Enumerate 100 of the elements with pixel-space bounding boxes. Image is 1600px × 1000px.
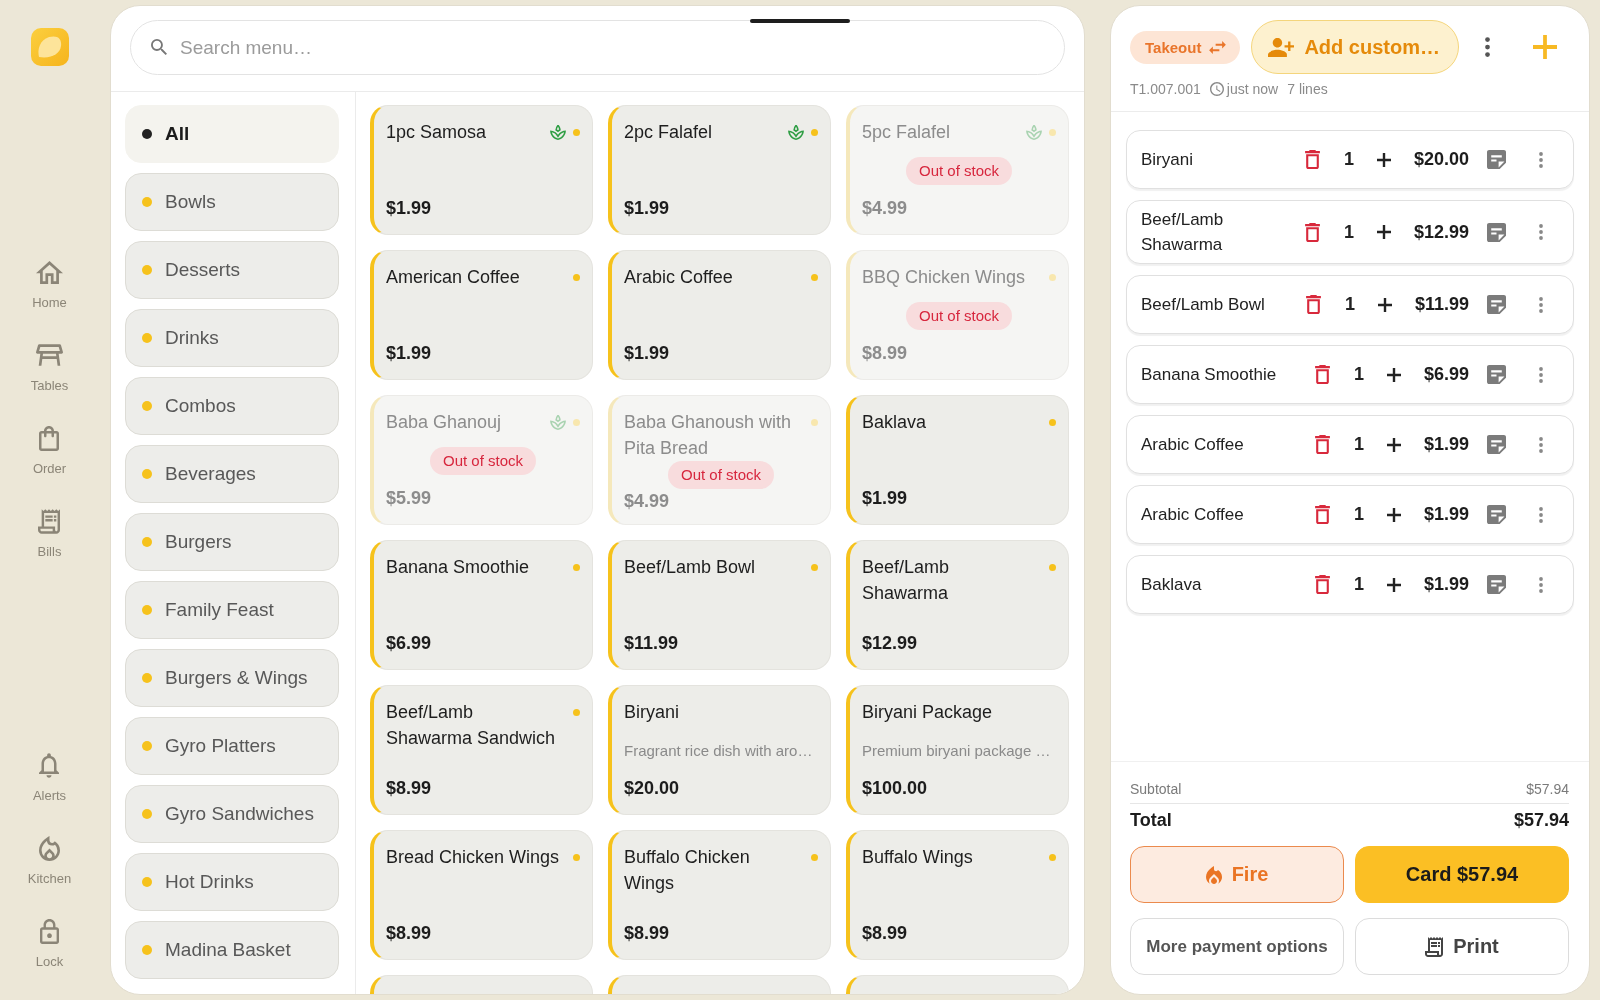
menu-item-card[interactable]: 1pc Samosa $1.99: [370, 105, 593, 235]
dot-icon: [142, 673, 152, 683]
note-icon[interactable]: [1486, 150, 1506, 169]
line-price: $1.99: [1423, 434, 1469, 455]
menu-item-card[interactable]: 2pc Falafel $1.99: [608, 105, 831, 235]
item-description: Fragrant rice dish with aro…: [624, 740, 814, 761]
line-item-name: Banana Smoothie: [1141, 364, 1278, 386]
menu-item-card[interactable]: Biryani Fragrant rice dish with aro… $20.00: [608, 685, 831, 815]
plus-icon[interactable]: [1377, 297, 1392, 312]
note-icon[interactable]: [1486, 365, 1506, 384]
category-button[interactable]: Hot Drinks: [125, 853, 339, 911]
print-button[interactable]: Print: [1355, 918, 1569, 975]
more-options-icon[interactable]: [1484, 37, 1490, 57]
more-payment-options-button[interactable]: More payment options: [1130, 918, 1344, 975]
category-button[interactable]: Family Feast: [125, 581, 339, 639]
more-options-icon[interactable]: [1539, 296, 1543, 313]
more-options-icon[interactable]: [1539, 151, 1543, 168]
trash-icon[interactable]: [1315, 505, 1331, 524]
item-name: Biryani: [624, 701, 681, 724]
total-label: Total: [1130, 809, 1172, 832]
menu-item-card[interactable]: Beef/Lamb Shawarma Sandwich $8.99: [370, 685, 593, 815]
note-icon[interactable]: [1486, 435, 1506, 454]
swap-icon: [1209, 40, 1227, 54]
more-options-icon[interactable]: [1539, 224, 1543, 240]
category-button[interactable]: Madina Basket: [125, 921, 339, 979]
trash-icon[interactable]: [1315, 435, 1331, 454]
line-price: $12.99: [1413, 221, 1469, 243]
menu-item-card[interactable]: Baklava $1.99: [846, 395, 1069, 525]
trash-icon[interactable]: [1305, 150, 1321, 169]
menu-item-card[interactable]: Banana Smoothie $6.99: [370, 540, 593, 670]
plus-icon[interactable]: [1376, 225, 1391, 239]
item-price: $8.99: [386, 922, 433, 945]
plus-icon[interactable]: [1386, 577, 1401, 592]
category-button[interactable]: Burgers & Wings: [125, 649, 339, 707]
search-field[interactable]: Search menu…: [130, 20, 1065, 75]
menu-item-card[interactable]: Buffalo Wings $8.99: [846, 830, 1069, 960]
plus-icon[interactable]: [1376, 152, 1391, 167]
out-of-stock-badge: Out of stock: [905, 301, 1012, 330]
more-options-icon[interactable]: [1539, 436, 1543, 453]
note-icon[interactable]: [1486, 222, 1506, 242]
line-item-name: Baklava: [1141, 574, 1203, 596]
menu-item-card[interactable]: Baba Ghanoush with Pita Bread Out of stock $4.99: [608, 395, 831, 525]
menu-item-card[interactable]: BBQ Chicken Wings Out of stock $8.99: [846, 250, 1069, 380]
more-options-icon[interactable]: [1539, 576, 1543, 593]
search-icon: [151, 39, 167, 55]
card-payment-button[interactable]: Card $57.94: [1355, 846, 1569, 903]
item-price: $12.99: [862, 632, 919, 655]
item-name: 1pc Samosa: [386, 121, 488, 144]
menu-item-card[interactable]: 5pc Falafel Out of stock $4.99: [846, 105, 1069, 235]
menu-item-card[interactable]: Biryani Package Premium biryani package … $100.00: [846, 685, 1069, 815]
item-name: Biryani Package: [862, 701, 994, 724]
plus-icon[interactable]: [1386, 437, 1401, 452]
category-button[interactable]: Bowls: [125, 173, 339, 231]
plus-icon[interactable]: [1386, 507, 1401, 522]
menu-item-card[interactable]: Beef/Lamb Bowl $11.99: [608, 540, 831, 670]
category-button[interactable]: Combos: [125, 377, 339, 435]
note-icon[interactable]: [1486, 505, 1506, 524]
trash-icon[interactable]: [1315, 365, 1331, 384]
dot-icon: [142, 333, 152, 343]
item-price: $1.99: [386, 197, 433, 220]
menu-item-card[interactable]: Arabic Coffee $1.99: [608, 250, 831, 380]
line-price: $11.99: [1414, 294, 1469, 315]
item-price: $100.00: [862, 777, 929, 800]
trash-icon[interactable]: [1315, 575, 1331, 594]
category-button[interactable]: Burgers: [125, 513, 339, 571]
category-button[interactable]: Gyro Sandwiches: [125, 785, 339, 843]
trash-icon[interactable]: [1305, 222, 1321, 242]
quantity-text: 1: [1352, 504, 1365, 525]
more-options-icon[interactable]: [1539, 366, 1543, 383]
item-name: Beef/Lamb Shawarma: [862, 556, 951, 605]
category-button[interactable]: Desserts: [125, 241, 339, 299]
dot-icon: [142, 605, 152, 615]
menu-item-card[interactable]: Beef/Lamb Shawarma $12.99: [846, 540, 1069, 670]
menu-item-card[interactable]: Buffalo Chicken Wings $8.99: [608, 830, 831, 960]
out-of-stock-badge: Out of stock: [429, 446, 536, 475]
note-icon[interactable]: [1486, 295, 1506, 314]
menu-item-card[interactable]: Bread Chicken Wings $8.99: [370, 830, 593, 960]
line-item-name: Beef/Lamb Bowl: [1141, 294, 1266, 316]
category-button[interactable]: Gyro Platters: [125, 717, 339, 775]
trash-icon[interactable]: [1306, 295, 1322, 314]
menu-item-card[interactable]: Baba Ghanouj Out of stock $5.99: [370, 395, 593, 525]
quantity-text: 1: [1343, 294, 1356, 315]
category-button[interactable]: Beverages: [125, 445, 339, 503]
more-options-icon[interactable]: [1539, 506, 1543, 523]
home-icon: [36, 260, 63, 284]
item-description: Premium biryani package …: [862, 740, 1052, 761]
bell-icon: [39, 752, 60, 778]
note-icon[interactable]: [1486, 575, 1506, 594]
logo-icon: [30, 28, 69, 66]
category-button[interactable]: Drinks: [125, 309, 339, 367]
line-count: 7 lines: [1287, 80, 1328, 99]
item-price: $6.99: [386, 632, 433, 655]
line-item-name: Beef/Lamb Shawarma: [1141, 209, 1225, 256]
lock-icon: [40, 918, 59, 944]
item-price: $8.99: [862, 922, 909, 945]
plus-icon[interactable]: [1386, 367, 1401, 382]
subtotal-label: Subtotal: [1130, 780, 1182, 799]
menu-item-card[interactable]: American Coffee $1.99: [370, 250, 593, 380]
category-button[interactable]: All: [125, 105, 339, 163]
dot-icon: [142, 809, 152, 819]
